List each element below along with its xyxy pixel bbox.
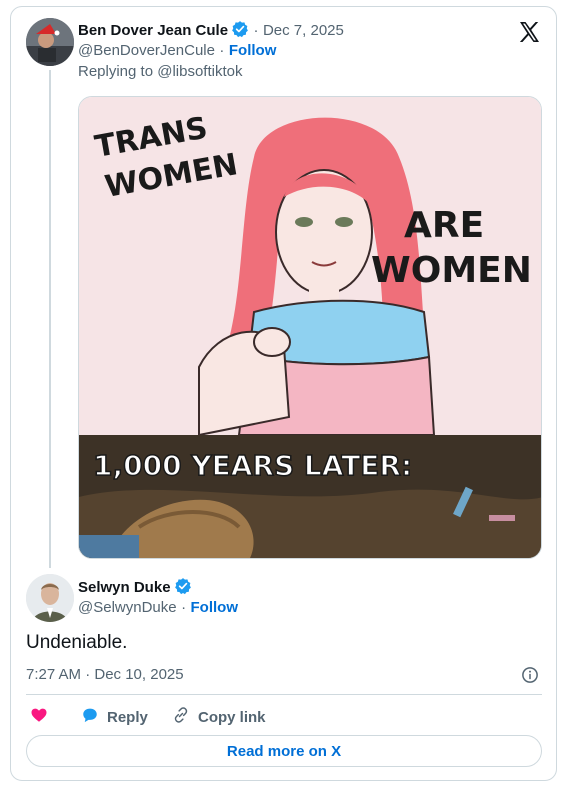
heart-icon <box>30 706 48 728</box>
meme-text-women-2: WOMEN <box>371 250 532 291</box>
author-handle[interactable]: @BenDoverJenCule <box>78 42 215 59</box>
meme-text-are: ARE <box>404 205 484 246</box>
separator-dot: · <box>219 42 225 59</box>
reply-bubble-icon <box>81 706 99 728</box>
copy-link-label: Copy link <box>198 708 266 726</box>
x-logo-icon[interactable] <box>517 20 541 44</box>
divider <box>26 694 542 695</box>
thread-connector-line <box>49 70 51 568</box>
follow-button[interactable]: Follow <box>229 42 277 59</box>
verified-badge-icon <box>231 20 249 38</box>
like-button[interactable] <box>30 706 48 728</box>
avatar[interactable] <box>26 18 74 66</box>
meme-caption-years-later: 1,000 YEARS LATER: <box>93 449 412 482</box>
parent-handle-row: @BenDoverJenCule · Follow <box>78 42 276 60</box>
info-icon[interactable] <box>521 666 539 684</box>
separator-dot: · <box>181 599 187 616</box>
author-name[interactable]: Selwyn Duke <box>78 579 171 596</box>
parent-tweet-header: Ben Dover Jean Cule · Dec 7, 2025 <box>78 20 344 40</box>
author-handle[interactable]: @SelwynDuke <box>78 599 177 616</box>
tweet-text: Undeniable. <box>26 632 128 653</box>
reply-tweet-header: Selwyn Duke <box>78 577 192 597</box>
author-name[interactable]: Ben Dover Jean Cule <box>78 22 228 39</box>
verified-badge-icon <box>174 577 192 595</box>
link-icon <box>172 706 190 728</box>
reply-button[interactable]: Reply <box>81 706 148 728</box>
copy-link-button[interactable]: Copy link <box>172 706 266 728</box>
reply-handle-row: @SelwynDuke · Follow <box>78 599 238 617</box>
tweet-date[interactable]: Dec 7, 2025 <box>263 22 344 39</box>
tweet-timestamp[interactable]: 7:27 AM · Dec 10, 2025 <box>26 666 184 683</box>
reply-label: Reply <box>107 708 148 726</box>
replying-to[interactable]: Replying to @libsoftiktok <box>78 63 242 80</box>
tweet-media-image[interactable]: TRANS WOMEN ARE WOMEN 1,000 YEARS LATER: <box>78 96 542 559</box>
separator-dot: · <box>253 22 259 39</box>
follow-button[interactable]: Follow <box>191 599 239 616</box>
avatar[interactable] <box>26 574 74 622</box>
read-more-button[interactable]: Read more on X <box>26 735 542 767</box>
